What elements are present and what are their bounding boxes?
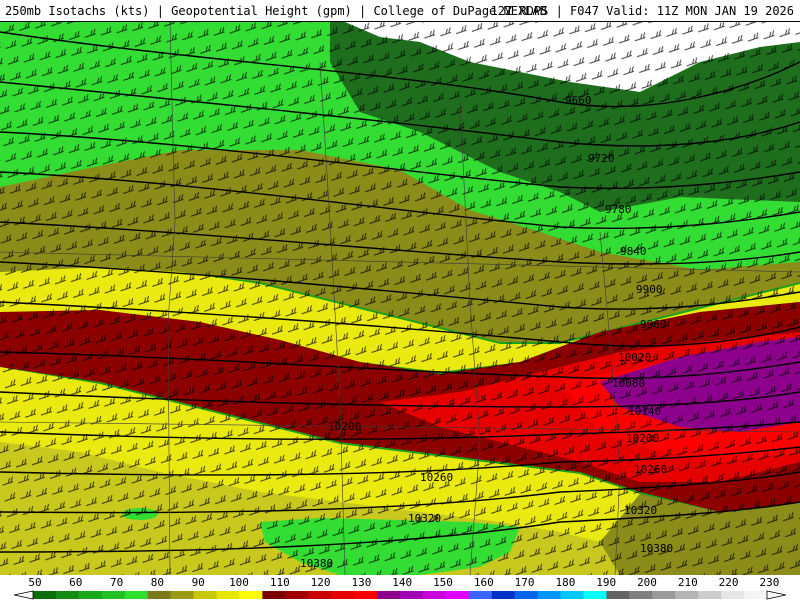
colorbar-tick-label: 220 bbox=[719, 576, 739, 589]
colorbar-tick-label: 60 bbox=[69, 576, 82, 589]
contour-label: 10380 bbox=[300, 557, 333, 570]
colorbar-swatch bbox=[78, 591, 103, 599]
contour-label: 9960 bbox=[640, 318, 667, 331]
colorbar-swatch bbox=[721, 591, 745, 599]
colorbar-tick-label: 110 bbox=[270, 576, 290, 589]
colorbar-left-arrow bbox=[13, 590, 34, 600]
colorbar-swatch bbox=[537, 591, 562, 599]
colorbar-swatches bbox=[33, 591, 768, 599]
colorbar-tick-label: 190 bbox=[596, 576, 616, 589]
colorbar-swatch bbox=[583, 591, 607, 599]
colorbar-tick-label: 140 bbox=[392, 576, 412, 589]
colorbar-swatch bbox=[652, 591, 676, 599]
colorbar-tick-label: 130 bbox=[351, 576, 371, 589]
contour-label: 10260 bbox=[420, 471, 453, 484]
colorbar-tick-label: 180 bbox=[555, 576, 575, 589]
contour-label: 9780 bbox=[605, 203, 632, 216]
colorbar-swatch bbox=[147, 591, 172, 599]
colorbar-swatch bbox=[744, 591, 768, 599]
colorbar-tick-label: 170 bbox=[515, 576, 535, 589]
colorbar-swatch bbox=[400, 591, 424, 599]
colorbar-swatch bbox=[193, 591, 217, 599]
header-bar: 250mb Isotachs (kts) | Geopotential Heig… bbox=[0, 0, 800, 22]
colorbar-swatch bbox=[468, 591, 493, 599]
contour-label: 10200 bbox=[328, 420, 361, 433]
colorbar-swatch bbox=[629, 591, 653, 599]
colorbar-tick-label: 210 bbox=[678, 576, 698, 589]
colorbar-swatch bbox=[308, 591, 332, 599]
colorbar-swatch bbox=[216, 591, 240, 599]
colorbar-swatch bbox=[239, 591, 263, 599]
colorbar-tick-label: 90 bbox=[192, 576, 205, 589]
colorbar-tick-label: 120 bbox=[311, 576, 331, 589]
map-title: 250mb Isotachs (kts) | Geopotential Heig… bbox=[5, 4, 547, 18]
colorbar-tick-label: 80 bbox=[151, 576, 164, 589]
colorbar-swatch bbox=[560, 591, 584, 599]
colorbar-swatch bbox=[422, 591, 447, 599]
weather-map: 9660 9720 9780 9840 9900 9960 10020 1008… bbox=[0, 22, 800, 575]
model-valid-time: 12Z RDPS | F047 Valid: 11Z MON JAN 19 20… bbox=[490, 4, 794, 18]
colorbar-right-arrow bbox=[766, 590, 787, 600]
contour-label: 9720 bbox=[588, 152, 615, 165]
colorbar-swatch bbox=[124, 591, 149, 599]
colorbar-swatch bbox=[262, 591, 286, 599]
colorbar-tick-label: 160 bbox=[474, 576, 494, 589]
colorbar-swatch bbox=[33, 591, 57, 599]
contour-label: 9660 bbox=[565, 94, 592, 107]
colorbar-tick-label: 100 bbox=[229, 576, 249, 589]
colorbar-tick-label: 50 bbox=[28, 576, 41, 589]
wind-barbs bbox=[0, 22, 800, 575]
colorbar-graphic: 50 60 70 80 90 100 110 120 130 140 150 160 170 180 190… bbox=[13, 576, 787, 600]
colorbar-swatch bbox=[377, 591, 401, 599]
colorbar-swatch bbox=[55, 591, 80, 599]
contour-label: 10380 bbox=[640, 542, 673, 555]
colorbar-tick-label: 70 bbox=[110, 576, 123, 589]
colorbar-tick-label: 200 bbox=[637, 576, 657, 589]
colorbar-swatch bbox=[698, 591, 722, 599]
colorbar-swatch bbox=[514, 591, 539, 599]
colorbar-swatch bbox=[170, 591, 195, 599]
colorbar-swatch bbox=[101, 591, 126, 599]
colorbar-swatch bbox=[606, 591, 630, 599]
contour-label: 10320 bbox=[624, 504, 657, 517]
colorbar-tick-label: 150 bbox=[433, 576, 453, 589]
colorbar-swatch bbox=[354, 591, 378, 599]
isotach-colorbar: 50 60 70 80 90 100 110 120 130 140 150 160 170 180 190… bbox=[0, 575, 800, 600]
contour-label: 10080 bbox=[612, 377, 645, 390]
contour-label: 10200 bbox=[626, 432, 659, 445]
colorbar-swatch bbox=[445, 591, 470, 599]
contour-label: 9840 bbox=[620, 245, 647, 258]
contour-label: 10320 bbox=[408, 512, 441, 525]
contour-label: 10020 bbox=[618, 351, 651, 364]
colorbar-swatch bbox=[491, 591, 516, 599]
colorbar-swatch bbox=[285, 591, 309, 599]
contour-label: 10260 bbox=[634, 463, 667, 476]
colorbar-tick-label: 230 bbox=[759, 576, 779, 589]
colorbar-swatch bbox=[675, 591, 699, 599]
colorbar-tick-labels: 50 60 70 80 90 100 110 120 130 140 150 160 170 180 190… bbox=[28, 576, 779, 589]
contour-label: 9900 bbox=[636, 283, 663, 296]
contour-label: 10140 bbox=[628, 405, 661, 418]
colorbar-swatch bbox=[331, 591, 355, 599]
